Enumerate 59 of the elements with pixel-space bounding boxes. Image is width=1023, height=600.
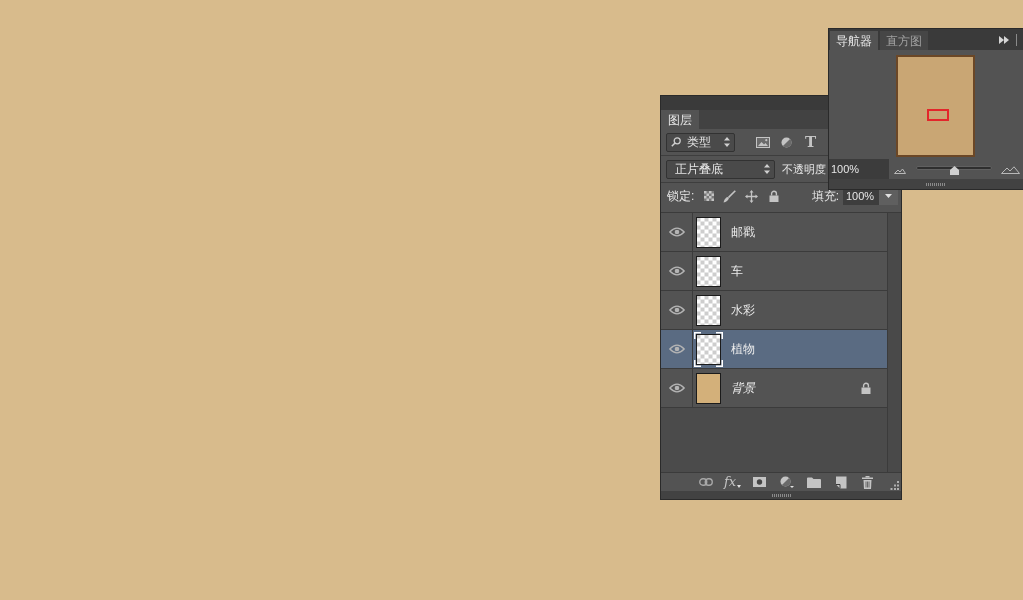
blend-mode-dropdown[interactable]: 正片叠底 xyxy=(666,159,775,179)
folder-icon[interactable] xyxy=(806,476,821,488)
layer-thumbnail xyxy=(694,331,723,367)
mask-icon[interactable] xyxy=(753,477,766,487)
eye-icon[interactable] xyxy=(668,305,685,315)
resize-grip-icon[interactable] xyxy=(890,481,899,490)
slider-thumb[interactable] xyxy=(949,165,959,175)
small-mountains-icon[interactable] xyxy=(894,167,906,174)
search-icon xyxy=(671,137,681,147)
double-arrow-icon[interactable] xyxy=(999,36,1009,44)
layer-thumbnail xyxy=(696,255,721,287)
fill-label: 填充: xyxy=(811,188,839,205)
eye-icon[interactable] xyxy=(668,344,685,354)
view-box-marker[interactable] xyxy=(927,109,949,121)
layer-row[interactable]: 植物 xyxy=(661,330,887,369)
layer-thumbnail xyxy=(696,372,721,404)
move-icon[interactable] xyxy=(745,189,759,203)
layer-name: 车 xyxy=(731,264,743,278)
filter-dropdown[interactable]: 类型 xyxy=(666,132,735,152)
half-circle-icon[interactable] xyxy=(781,136,792,148)
layer-row[interactable]: 水彩 xyxy=(661,291,887,330)
caret-down-icon xyxy=(737,485,742,488)
grip-icon[interactable] xyxy=(771,493,791,497)
layer-row[interactable]: 背景 xyxy=(661,369,887,408)
layer-thumbnail xyxy=(696,294,721,326)
lock-label: 锁定: xyxy=(667,188,695,205)
trash-icon[interactable] xyxy=(862,475,873,489)
eye-icon[interactable] xyxy=(668,227,685,237)
half-circle-icon[interactable] xyxy=(779,476,794,488)
layer-style-button[interactable]: fx xyxy=(723,475,742,489)
grip-icon[interactable] xyxy=(926,182,945,186)
layer-name: 水彩 xyxy=(731,303,755,317)
eye-icon[interactable] xyxy=(668,383,685,393)
layer-name: 邮戳 xyxy=(731,225,755,239)
caret-down-icon xyxy=(885,194,892,198)
scrollbar-track[interactable] xyxy=(887,213,901,472)
brush-icon[interactable] xyxy=(723,189,737,203)
opacity-label: 不透明度 xyxy=(782,161,826,177)
panel-tab[interactable]: 直方图 xyxy=(880,31,928,50)
image-icon[interactable] xyxy=(756,136,770,148)
panel-tab[interactable]: 导航器 xyxy=(830,31,878,50)
type-filter-button[interactable]: T xyxy=(805,134,817,150)
link-icon[interactable] xyxy=(698,478,713,486)
zoom-slider[interactable] xyxy=(916,163,992,175)
new-layer-icon[interactable] xyxy=(834,475,847,489)
thumbnail-photo[interactable] xyxy=(896,55,975,157)
large-mountains-icon[interactable] xyxy=(1001,166,1020,174)
layer-thumbnail xyxy=(696,216,721,248)
panel-tab[interactable]: 图层 xyxy=(661,110,699,129)
layer-row[interactable]: 邮戳 xyxy=(661,213,887,252)
up-down-arrows-icon xyxy=(764,164,770,174)
eye-icon[interactable] xyxy=(668,266,685,276)
layer-name: 背景 xyxy=(731,381,755,395)
checkerboard-icon[interactable] xyxy=(704,191,715,201)
zoom-field[interactable]: 100% xyxy=(829,159,889,179)
layer-row[interactable]: 车 xyxy=(661,252,887,291)
lock-icon[interactable] xyxy=(769,190,780,202)
up-down-arrows-icon xyxy=(724,137,730,147)
layer-name: 植物 xyxy=(731,342,755,356)
